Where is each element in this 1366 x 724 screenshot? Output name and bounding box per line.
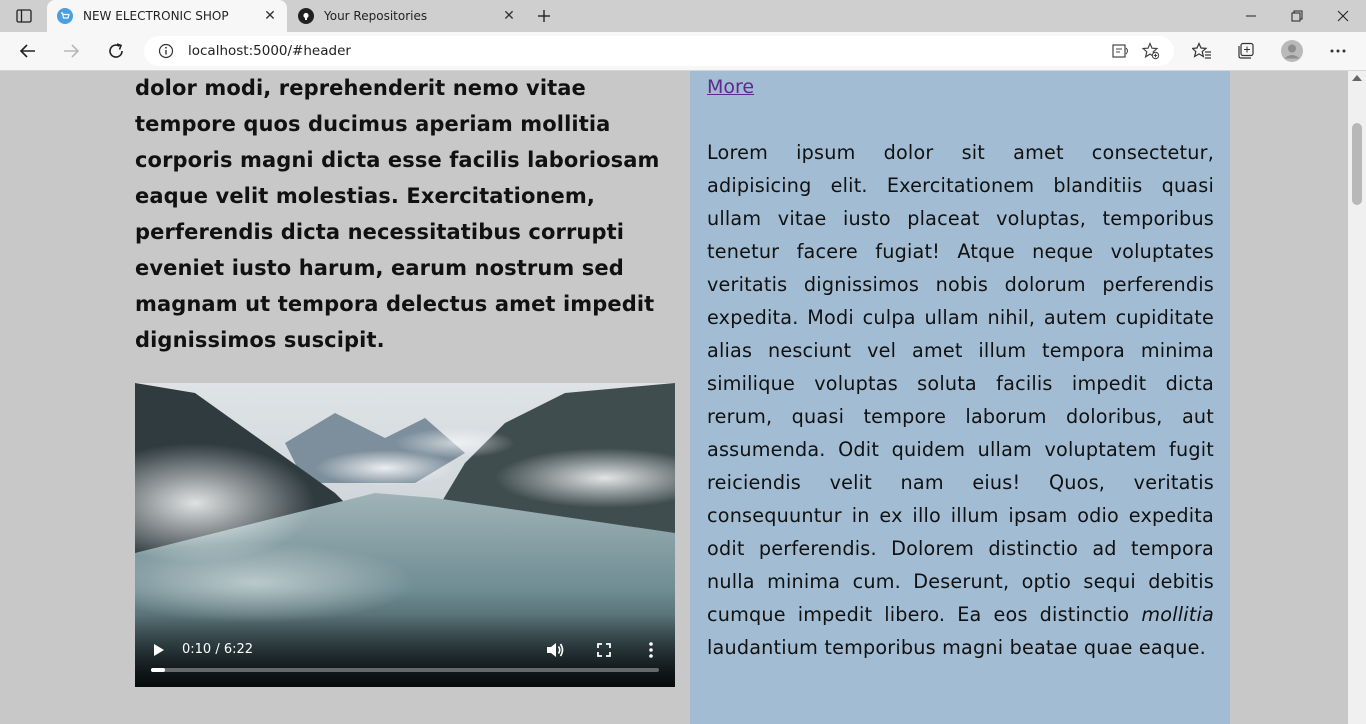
video-progress-fill (151, 668, 165, 672)
collections-icon[interactable] (1231, 36, 1261, 66)
left-paragraph: dolor modi, reprehenderit nemo vitae tem… (135, 76, 660, 352)
video-time: 0:10 / 6:22 (182, 642, 254, 657)
aside-text-main: Lorem ipsum dolor sit amet consectetur, … (707, 141, 1214, 626)
browser-toolbar: localhost:5000/#header (0, 32, 1366, 71)
close-window-icon[interactable] (1320, 0, 1366, 32)
tab-actions-icon[interactable] (10, 6, 38, 26)
tab-title: NEW ELECTRONIC SHOP (83, 9, 229, 23)
new-tab-icon[interactable] (533, 5, 555, 27)
tab-new-electronic-shop[interactable]: NEW ELECTRONIC SHOP ✕ (47, 0, 287, 32)
more-link[interactable]: More (707, 76, 754, 98)
page-scrollbar[interactable] (1348, 71, 1366, 724)
aside-text-italic: mollitia (1141, 603, 1214, 626)
address-bar[interactable]: localhost:5000/#header (144, 36, 1174, 66)
back-icon[interactable] (13, 36, 43, 66)
aside-panel: More Lorem ipsum dolor sit amet consecte… (690, 71, 1230, 724)
scroll-up-arrow-icon[interactable] (1352, 75, 1362, 81)
aside-text-end: laudantium temporibus magni beatae quae … (707, 636, 1206, 659)
video-player[interactable]: 0:10 / 6:22 (135, 383, 675, 687)
address-url: localhost:5000/#header (188, 43, 351, 59)
play-icon[interactable] (149, 640, 169, 660)
restore-icon[interactable] (1274, 0, 1320, 32)
settings-more-icon[interactable] (1323, 36, 1353, 66)
close-tab-icon[interactable]: ✕ (498, 5, 520, 27)
tab-title: Your Repositories (324, 9, 428, 23)
page-viewport: dolor modi, reprehenderit nemo vitae tem… (0, 71, 1348, 724)
close-tab-icon[interactable]: ✕ (259, 5, 281, 27)
tab-your-repositories[interactable]: Your Repositories ✕ (288, 0, 526, 32)
video-options-icon[interactable] (642, 639, 660, 661)
read-aloud-icon[interactable] (1106, 36, 1136, 66)
scrollbar-thumb[interactable] (1352, 123, 1362, 205)
volume-icon[interactable] (544, 639, 566, 661)
shop-icon (57, 8, 73, 24)
video-controls: 0:10 / 6:22 (135, 615, 675, 687)
forward-icon[interactable] (56, 36, 86, 66)
favorites-icon[interactable] (1187, 36, 1217, 66)
aside-paragraph: Lorem ipsum dolor sit amet consectetur, … (707, 136, 1214, 664)
site-info-icon[interactable] (156, 41, 176, 61)
github-icon (298, 8, 314, 24)
add-favorite-icon[interactable] (1136, 36, 1166, 66)
fullscreen-icon[interactable] (593, 639, 615, 661)
profile-avatar-icon[interactable] (1277, 36, 1307, 66)
minimize-icon[interactable] (1228, 0, 1274, 32)
browser-tab-bar: NEW ELECTRONIC SHOP ✕ Your Repositories … (0, 0, 1366, 32)
refresh-icon[interactable] (101, 36, 131, 66)
video-seek-bar[interactable] (151, 668, 659, 672)
